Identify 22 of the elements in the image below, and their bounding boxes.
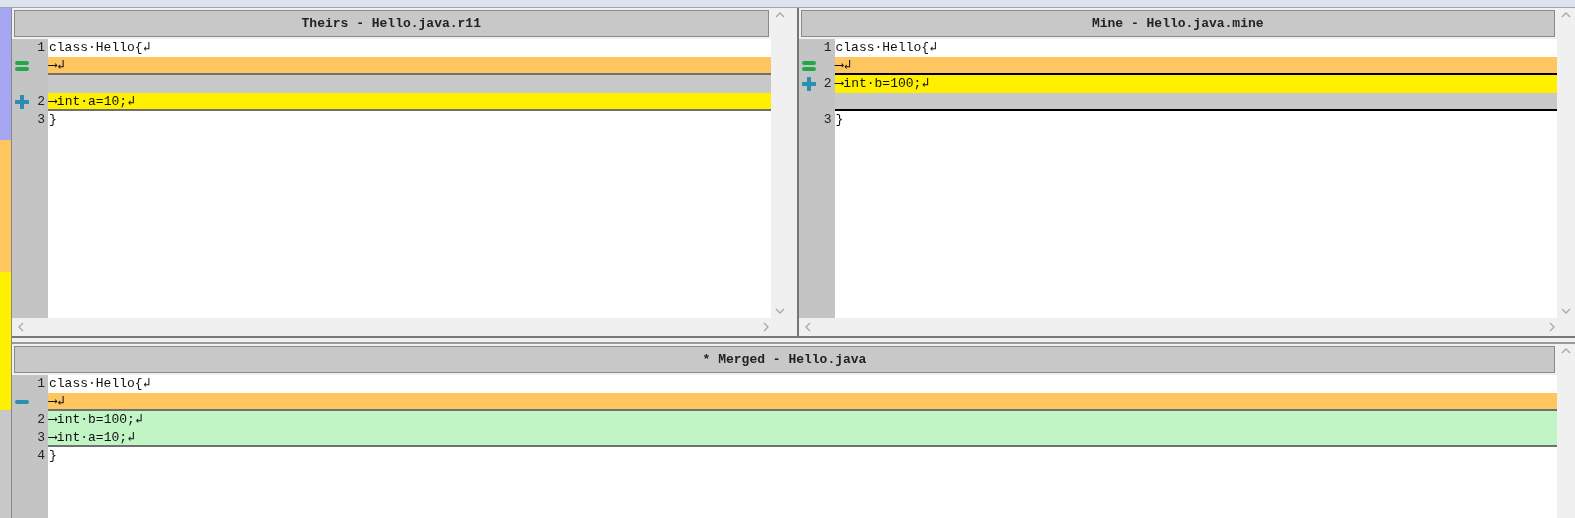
chevron-right-icon[interactable] <box>1549 322 1555 332</box>
line-number: 3 <box>823 111 832 129</box>
line-number: 1 <box>37 375 45 393</box>
line-number: 3 <box>37 111 45 129</box>
pane-title: * Merged - Hello.java <box>14 346 1555 373</box>
chevron-left-icon[interactable] <box>18 322 24 332</box>
line-number: 2 <box>823 75 832 93</box>
chevron-down-icon[interactable] <box>774 308 785 314</box>
line-number: 4 <box>37 447 45 465</box>
chevron-up-icon[interactable] <box>774 12 785 18</box>
chevron-up-icon[interactable] <box>1561 12 1571 18</box>
chevron-left-icon[interactable] <box>804 322 811 332</box>
pane-title: Theirs - Hello.java.r11 <box>14 10 769 37</box>
line-number: 2 <box>37 411 45 429</box>
line-number: 3 <box>37 429 45 447</box>
chevron-down-icon[interactable] <box>1561 308 1571 314</box>
chevron-right-icon[interactable] <box>762 322 769 332</box>
pane-title: Mine - Hello.java.mine <box>800 10 1555 37</box>
line-number: 1 <box>37 39 45 57</box>
line-number: 1 <box>823 39 832 57</box>
line-number: 2 <box>37 93 45 111</box>
chevron-up-icon[interactable] <box>1561 348 1571 354</box>
